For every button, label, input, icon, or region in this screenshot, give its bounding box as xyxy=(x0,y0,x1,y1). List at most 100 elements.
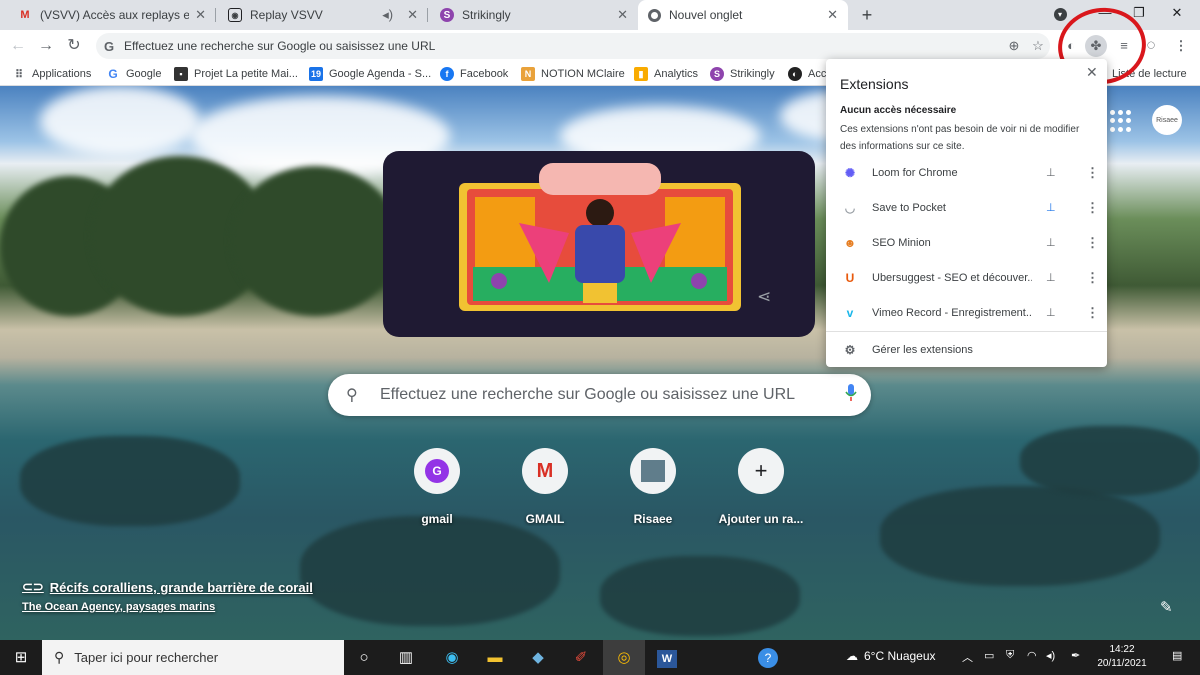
bookmark-facebook[interactable]: f Facebook xyxy=(440,66,508,82)
close-icon[interactable]: ✕ xyxy=(617,7,628,23)
clock[interactable]: 14:22 20/11/2021 xyxy=(1092,643,1152,671)
attribution-credit[interactable]: The Ocean Agency, paysages marins xyxy=(22,601,313,613)
forward-icon[interactable]: → xyxy=(34,34,58,58)
manage-extensions[interactable]: ⚙ Gérer les extensions xyxy=(826,332,1107,367)
more-options-icon[interactable]: ⋮ xyxy=(1086,200,1099,216)
tab-title: Replay VSVV xyxy=(250,8,323,22)
add-shortcut-button[interactable]: + Ajouter un ra... xyxy=(712,448,810,526)
tab-title: Nouvel onglet xyxy=(669,8,743,22)
battery-icon[interactable]: ▭ xyxy=(984,649,994,662)
omnibox-placeholder[interactable]: Effectuez une recherche sur Google ou sa… xyxy=(124,39,1002,53)
gmail-icon: M xyxy=(522,448,568,494)
chrome-icon[interactable]: ◎ xyxy=(612,646,636,670)
window-close-icon[interactable]: ✕ xyxy=(1166,2,1188,24)
extension-pocket[interactable]: ◡ Save to Pocket ⊥ ⋮ xyxy=(826,190,1107,225)
extension-seo-minion[interactable]: ☻ SEO Minion ⊥ ⋮ xyxy=(826,225,1107,260)
extension-ubersuggest[interactable]: U Ubersuggest - SEO et découver... ⊥ ⋮ xyxy=(826,260,1107,295)
more-options-icon[interactable]: ⋮ xyxy=(1086,165,1099,181)
tab-new-tab[interactable]: Nouvel onglet ✕ xyxy=(638,0,848,30)
seo-minion-icon: ☻ xyxy=(843,235,857,250)
close-icon[interactable]: ✕ xyxy=(407,7,418,23)
edge-icon[interactable]: ◉ xyxy=(440,646,464,670)
search-input[interactable]: Effectuez une recherche sur Google ou sa… xyxy=(380,386,831,404)
google-apps-icon[interactable] xyxy=(1110,110,1132,132)
customize-pencil-icon[interactable]: ✎ xyxy=(1160,598,1173,616)
shield-icon[interactable]: ⛨ xyxy=(1006,649,1014,662)
bookmark-acc[interactable]: ◐ Acc xyxy=(788,66,826,82)
extension-loom[interactable]: ✺ Loom for Chrome ⊥ ⋮ xyxy=(826,155,1107,190)
search-box[interactable]: ⚲ Effectuez une recherche sur Google ou … xyxy=(328,374,871,416)
word-icon[interactable]: W xyxy=(655,646,679,670)
close-icon[interactable]: ✕ xyxy=(195,7,206,23)
bookmark-notion[interactable]: N NOTION MClaire xyxy=(521,66,625,82)
shortcut-risaee[interactable]: Risaee xyxy=(604,448,702,526)
weather-widget[interactable]: ☁ 6°C Nuageux xyxy=(846,649,936,663)
shortcut-gmail[interactable]: G gmail xyxy=(388,448,486,526)
more-options-icon[interactable]: ⋮ xyxy=(1086,270,1099,286)
tab-strikingly[interactable]: S Strikingly ✕ xyxy=(430,0,638,30)
bookmark-applications[interactable]: ⠿ Applications xyxy=(12,66,91,82)
pin-icon[interactable]: ⊥ xyxy=(1046,271,1056,284)
windows-start-icon[interactable]: ⊞ xyxy=(9,646,33,670)
pen-icon[interactable]: ✒ xyxy=(1071,649,1080,662)
tab-search-icon[interactable]: ▾ xyxy=(1049,2,1071,24)
app-icon[interactable]: ◆ xyxy=(526,646,550,670)
strikingly-icon: S xyxy=(710,67,724,81)
task-view-icon[interactable]: ▥ xyxy=(394,646,418,670)
taskbar: ⊞ ⚲ Taper ici pour rechercher ○ ▥ ◉ ▬ ◆ … xyxy=(0,640,1200,675)
background-attribution: ⊂⊃ Récifs coralliens, grande barrière de … xyxy=(22,579,313,613)
omnibox[interactable]: G Effectuez une recherche sur Google ou … xyxy=(96,33,1050,59)
paint-icon[interactable]: ✐ xyxy=(569,646,593,670)
attribution-title[interactable]: ⊂⊃ Récifs coralliens, grande barrière de … xyxy=(22,579,313,595)
profile-avatar[interactable]: Risaee xyxy=(1152,105,1182,135)
pin-icon[interactable]: ⊥ xyxy=(1046,166,1056,179)
shortcut-icon: G xyxy=(414,448,460,494)
bookmark-star-icon[interactable]: ☆ xyxy=(1026,38,1050,54)
help-icon[interactable]: ? xyxy=(756,646,780,670)
new-tab-button[interactable]: + xyxy=(856,4,878,26)
pin-icon[interactable]: ⊥ xyxy=(1046,306,1056,319)
cortana-icon[interactable]: ○ xyxy=(352,646,376,670)
share-icon[interactable]: ⋖ xyxy=(757,287,771,307)
bookmark-projet[interactable]: ▪ Projet La petite Mai... xyxy=(174,66,298,82)
bookmark-analytics[interactable]: ▮ Analytics xyxy=(634,66,698,82)
tray-chevron-icon[interactable]: ︿ xyxy=(962,649,973,665)
shortcut-gmail-2[interactable]: M GMAIL xyxy=(496,448,594,526)
tab-gmail[interactable]: M (VSVV) Accès aux replays et dans ✕ xyxy=(8,0,216,30)
more-options-icon[interactable]: ⋮ xyxy=(1086,305,1099,321)
tab-replay[interactable]: ◉ Replay VSVV ◂) ✕ xyxy=(218,0,428,30)
wifi-icon[interactable]: ◠ xyxy=(1027,649,1037,662)
bookmark-strikingly[interactable]: S Strikingly xyxy=(710,66,775,82)
notion-icon: N xyxy=(521,67,535,81)
zoom-icon[interactable]: ⊕ xyxy=(1002,38,1026,54)
pin-active-icon[interactable]: ⊥ xyxy=(1046,201,1056,214)
risaee-icon xyxy=(630,448,676,494)
back-icon[interactable]: ← xyxy=(6,34,30,58)
tab-title: Strikingly xyxy=(462,8,511,22)
ubersuggest-icon: U xyxy=(845,270,855,285)
gmail-icon: M xyxy=(20,9,30,21)
apps-grid-icon: ⠿ xyxy=(14,68,24,81)
close-icon[interactable]: ✕ xyxy=(827,7,838,23)
more-options-icon[interactable]: ⋮ xyxy=(1086,235,1099,251)
file-explorer-icon[interactable]: ▬ xyxy=(483,646,507,670)
close-icon[interactable]: ✕ xyxy=(1086,64,1098,81)
google-doodle[interactable]: ⋖ xyxy=(383,151,815,337)
extensions-popup: Extensions ✕ Aucun accès nécessaire Ces … xyxy=(826,59,1107,367)
extension-vimeo[interactable]: v Vimeo Record - Enregistrement... ⊥ ⋮ xyxy=(826,295,1107,330)
speaker-icon[interactable]: ◂) xyxy=(1046,649,1055,662)
speaker-icon[interactable]: ◂) xyxy=(382,7,393,23)
plus-icon: + xyxy=(738,448,784,494)
bookmark-agenda[interactable]: 19 Google Agenda - S... xyxy=(309,66,431,82)
acc-icon: ◐ xyxy=(788,67,802,81)
bookmark-google[interactable]: G Google xyxy=(106,66,161,82)
menu-kebab-icon[interactable]: ⋮ xyxy=(1170,35,1192,57)
microphone-icon[interactable] xyxy=(831,383,871,407)
notifications-icon[interactable]: ▤ xyxy=(1172,649,1182,662)
popup-title: Extensions xyxy=(840,76,909,92)
reload-icon[interactable]: ↻ xyxy=(62,34,86,58)
pin-icon[interactable]: ⊥ xyxy=(1046,236,1056,249)
taskbar-search[interactable]: ⚲ Taper ici pour rechercher xyxy=(42,640,344,675)
project-icon: ▪ xyxy=(174,67,188,81)
facebook-icon: f xyxy=(440,67,454,81)
